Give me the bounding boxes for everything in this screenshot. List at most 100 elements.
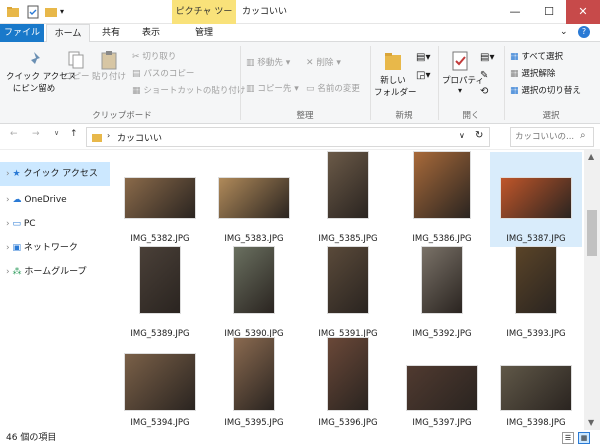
easy-access-icon[interactable]: ◲▾ [416, 70, 434, 81]
paste-button[interactable]: 貼り付け [90, 50, 128, 82]
maximize-button[interactable]: ☐ [532, 0, 566, 24]
expand-icon[interactable]: › [6, 219, 10, 229]
image-thumbnail [125, 178, 195, 218]
invert-selection-button[interactable]: ▦ 選択の切り替え [510, 84, 581, 96]
copy-path-button[interactable]: ▤ パスのコピー [132, 67, 194, 79]
vertical-scrollbar[interactable]: ▲ ▼ [584, 150, 600, 430]
file-tile[interactable]: IMG_5390.JPG [208, 247, 300, 342]
cut-button[interactable]: ✂ 切り取り [132, 50, 176, 62]
new-folder-quick-icon[interactable] [44, 5, 58, 19]
select-group-label: 選択 [542, 111, 560, 121]
copy-to-button[interactable]: ▥ コピー先 ▾ [246, 82, 299, 94]
file-tile[interactable]: IMG_5398.JPG [490, 336, 582, 431]
tab-share[interactable]: 共有 [92, 24, 130, 42]
image-thumbnail [501, 178, 571, 218]
new-folder-button[interactable]: 新しい フォルダー [374, 50, 417, 98]
file-tile[interactable]: IMG_5386.JPG [396, 152, 488, 247]
status-bar: 46 個の項目 ☰ ▦ [0, 430, 600, 447]
details-view-icon[interactable]: ☰ [562, 432, 574, 444]
file-tile[interactable]: IMG_5382.JPG [114, 152, 206, 247]
search-icon: ⌕ [580, 130, 586, 141]
scroll-up-icon[interactable]: ▲ [588, 152, 594, 161]
ribbon-collapse-icon[interactable]: ⌄ [560, 27, 568, 37]
file-name: IMG_5387.JPG [506, 234, 566, 244]
refresh-icon[interactable]: ↻ [475, 130, 483, 141]
file-tile[interactable]: IMG_5383.JPG [208, 152, 300, 247]
file-tile[interactable]: IMG_5385.JPG [302, 152, 394, 247]
edit-icon[interactable]: ✎ [480, 70, 488, 81]
expand-icon[interactable]: › [6, 243, 10, 253]
file-tile[interactable]: IMG_5395.JPG [208, 336, 300, 431]
image-thumbnail [328, 338, 368, 410]
help-icon[interactable]: ? [578, 26, 590, 38]
ribbon-separator [240, 46, 241, 120]
file-tile[interactable]: IMG_5392.JPG [396, 247, 488, 342]
up-icon[interactable]: ↑ [70, 129, 78, 139]
copy-label: コピー [64, 72, 90, 82]
paste-shortcut-button[interactable]: ▦ ショートカットの貼り付け [132, 84, 245, 96]
new-folder-label-line2: フォルダー [374, 88, 417, 98]
history-icon[interactable]: ⟲ [480, 86, 488, 97]
ribbon-tabs: ファイル ホーム 共有 表示 管理 ⌄ ? [0, 24, 600, 42]
select-none-button[interactable]: ▦ 選択解除 [510, 67, 555, 79]
minimize-button[interactable]: — [498, 0, 532, 24]
copy-button[interactable]: コピー [64, 50, 90, 82]
select-all-button[interactable]: ▦ すべて選択 [510, 50, 563, 62]
window-title: カッコいい [242, 7, 288, 17]
breadcrumb-chevron-icon[interactable]: › [107, 131, 110, 140]
tab-home[interactable]: ホーム [46, 24, 90, 42]
tab-view[interactable]: 表示 [132, 24, 170, 42]
select-all-label: すべて選択 [521, 52, 563, 62]
file-tile[interactable]: IMG_5389.JPG [114, 247, 206, 342]
qat-dropdown-icon[interactable]: ▾ [60, 5, 70, 19]
open-icon[interactable]: ▤▾ [480, 52, 494, 63]
image-thumbnail [414, 152, 470, 218]
file-name: IMG_5383.JPG [224, 234, 284, 244]
scroll-down-icon[interactable]: ▼ [588, 418, 594, 427]
navigation-pane: › ★ クイック アクセス › ☁ OneDrive › ▭ PC › ▣ ネッ… [0, 150, 110, 430]
address-field[interactable]: › カッコいい ∨ ↻ [86, 127, 490, 147]
tab-manage[interactable]: 管理 [172, 24, 236, 42]
expand-icon[interactable]: › [6, 267, 10, 277]
file-tile[interactable]: IMG_5387.JPG [490, 152, 582, 247]
nav-item-label: OneDrive [24, 195, 67, 205]
nav-item-pc[interactable]: › ▭ PC [0, 212, 110, 236]
expand-icon[interactable]: › [6, 195, 10, 205]
ribbon: クイック アクセス にピン留め コピー 貼り付け ✂ 切り取り ▤ パスのコピー… [0, 42, 600, 124]
expand-icon[interactable]: › [6, 169, 10, 179]
rename-button[interactable]: ▭ 名前の変更 [306, 82, 360, 94]
file-tile[interactable]: IMG_5393.JPG [490, 247, 582, 342]
move-to-button[interactable]: ▥ 移動先 ▾ [246, 56, 290, 68]
nav-item-network[interactable]: › ▣ ネットワーク [0, 236, 110, 260]
forward-icon[interactable]: → [32, 129, 40, 139]
new-folder-label-line1: 新しい [380, 76, 406, 86]
file-tile[interactable]: IMG_5391.JPG [302, 247, 394, 342]
back-icon[interactable]: ← [10, 129, 18, 139]
pin-quick-access-button[interactable]: クイック アクセス にピン留め [6, 50, 77, 104]
properties-quick-icon[interactable] [26, 5, 40, 19]
nav-item-onedrive[interactable]: › ☁ OneDrive [0, 188, 110, 212]
delete-button[interactable]: ✕ 削除 ▾ [306, 56, 341, 68]
paste-shortcut-icon: ▦ [132, 86, 141, 96]
pin-label-line1: クイック アクセス [6, 72, 77, 82]
large-icons-view-icon[interactable]: ▦ [578, 432, 590, 444]
copy-path-label: パスのコピー [143, 69, 195, 79]
nav-item-quick-access[interactable]: › ★ クイック アクセス [0, 162, 110, 186]
new-item-icon[interactable]: ▤▾ [416, 52, 434, 63]
nav-item-label: ホームグループ [24, 267, 87, 277]
new-folder-icon [383, 50, 403, 74]
nav-item-homegroup[interactable]: › ⁂ ホームグループ [0, 260, 110, 284]
address-dropdown-icon[interactable]: ∨ [459, 131, 465, 140]
nav-item-label: ネットワーク [23, 243, 78, 253]
invert-selection-icon: ▦ [510, 86, 519, 96]
close-button[interactable]: ✕ [566, 0, 600, 24]
recent-locations-icon[interactable]: ∨ [54, 129, 59, 137]
scrollbar-thumb[interactable] [587, 210, 597, 256]
item-count: 46 個の項目 [6, 433, 57, 443]
breadcrumb-current[interactable]: カッコいい [117, 131, 162, 144]
file-tile[interactable]: IMG_5397.JPG [396, 336, 488, 431]
properties-button[interactable]: プロパティ ▾ [442, 50, 484, 95]
file-tile[interactable]: IMG_5396.JPG [302, 336, 394, 431]
file-tile[interactable]: IMG_5394.JPG [114, 336, 206, 431]
tab-file[interactable]: ファイル [0, 24, 44, 42]
